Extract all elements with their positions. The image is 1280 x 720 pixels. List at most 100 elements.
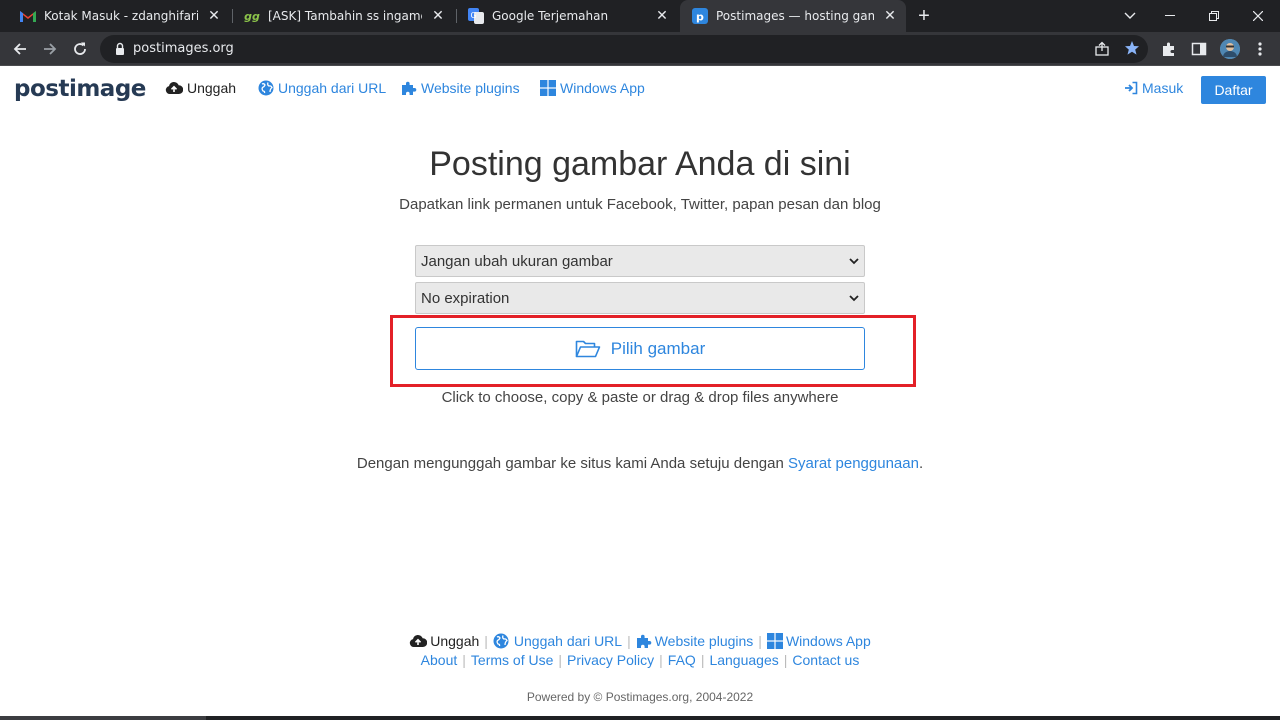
page-subtitle: Dapatkan link permanen untuk Facebook, T… <box>399 196 881 213</box>
footer-upload-label: Unggah <box>430 633 480 649</box>
tab-title: Postimages — hosting gambar g <box>716 9 874 23</box>
footer-languages-link[interactable]: Languages <box>709 652 778 668</box>
terms-suffix: . <box>918 455 924 472</box>
google-translate-icon: G <box>468 8 484 24</box>
footer-separator: | <box>484 633 488 649</box>
forward-icon[interactable] <box>38 37 62 61</box>
footer-terms-link[interactable]: Terms of Use <box>471 652 553 668</box>
close-tab-icon[interactable]: ✕ <box>882 8 898 24</box>
site-header: postimage Unggah Unggah dari URL Website… <box>0 67 1280 111</box>
tab-forum[interactable]: gg [ASK] Tambahin ss ingame ke for ✕ <box>232 0 454 32</box>
taskbar-segment <box>0 716 206 720</box>
footer-separator: | <box>659 652 663 668</box>
lock-icon[interactable] <box>112 41 128 57</box>
powered-by-text: Powered by © Postimages.org, 2004-2022 <box>526 690 754 704</box>
menu-dots-icon[interactable] <box>1248 37 1272 61</box>
close-window-icon[interactable] <box>1236 0 1280 32</box>
globe-icon <box>258 80 274 96</box>
choose-image-label: Pilih gambar <box>610 338 706 358</box>
puzzle-icon <box>636 634 652 648</box>
footer-about-link[interactable]: About <box>421 652 458 668</box>
footer-contact-link[interactable]: Contact us <box>792 652 859 668</box>
taskbar-strip <box>0 716 1280 720</box>
gmail-icon <box>20 8 36 24</box>
footer-links-row: About | Terms of Use | Privacy Policy | … <box>0 652 1280 668</box>
page-title: Posting gambar Anda di sini <box>429 145 851 183</box>
footer-separator: | <box>758 633 762 649</box>
chevron-down-icon <box>849 258 859 265</box>
footer-website-plugins-label: Website plugins <box>654 633 754 649</box>
nav-windows-app[interactable]: Windows App <box>540 80 645 96</box>
tab-google-translate[interactable]: G Google Terjemahan ✕ <box>456 0 678 32</box>
windows-icon <box>766 633 783 649</box>
resize-select-value: Jangan ubah ukuran gambar <box>421 252 613 270</box>
resize-select[interactable]: Jangan ubah ukuran gambar <box>415 245 865 277</box>
close-tab-icon[interactable]: ✕ <box>430 8 446 24</box>
login-link[interactable]: Masuk <box>1124 80 1183 96</box>
cloud-upload-icon <box>410 634 428 647</box>
footer-windows-app-label: Windows App <box>785 633 871 649</box>
back-icon[interactable] <box>8 37 32 61</box>
gg-icon: gg <box>244 9 260 23</box>
footer-upload-url[interactable]: Unggah dari URL <box>493 633 622 649</box>
url-text: postimages.org <box>133 41 234 56</box>
expiration-select[interactable]: No expiration <box>415 282 865 314</box>
cloud-upload-icon <box>165 81 183 94</box>
nav-upload[interactable]: Unggah <box>165 80 236 96</box>
browser-toolbar: postimages.org <box>0 32 1280 66</box>
footer-separator: | <box>627 633 631 649</box>
terms-prefix: Dengan mengunggah gambar ke situs kami A… <box>356 455 788 472</box>
nav-windows-app-label: Windows App <box>560 80 645 96</box>
terms-link[interactable]: Syarat penggunaan <box>788 455 919 472</box>
footer-separator: | <box>462 652 466 668</box>
address-bar[interactable]: postimages.org <box>100 35 1148 63</box>
footer-separator: | <box>558 652 563 668</box>
expiration-select-value: No expiration <box>421 289 510 307</box>
tab-search-icon[interactable] <box>1108 0 1152 32</box>
footer-upload-url-label: Unggah dari URL <box>513 633 623 649</box>
extensions-icon[interactable] <box>1157 37 1181 61</box>
globe-icon <box>493 633 509 649</box>
share-icon[interactable] <box>1094 41 1110 62</box>
nav-website-plugins[interactable]: Website plugins <box>401 80 520 96</box>
footer-separator: | <box>700 652 705 668</box>
tab-title: [ASK] Tambahin ss ingame ke for <box>268 9 422 23</box>
login-label: Masuk <box>1142 80 1184 96</box>
folder-open-icon <box>575 340 601 357</box>
footer-windows-app[interactable]: Windows App <box>766 633 871 649</box>
terms-notice: Dengan mengunggah gambar ke situs kami A… <box>0 455 1280 472</box>
close-tab-icon[interactable]: ✕ <box>206 8 222 24</box>
side-panel-icon[interactable] <box>1187 37 1211 61</box>
footer-privacy-link[interactable]: Privacy Policy <box>567 652 654 668</box>
choose-image-button[interactable]: Pilih gambar <box>415 327 865 370</box>
footer-separator: | <box>783 652 788 668</box>
footer-upload[interactable]: Unggah <box>409 633 479 649</box>
chevron-down-icon <box>849 295 859 302</box>
tab-title: Kotak Masuk - zdanghifari@gma <box>44 9 198 23</box>
bookmark-star-icon[interactable] <box>1124 40 1140 61</box>
nav-upload-url-label: Unggah dari URL <box>278 80 387 96</box>
sign-in-icon <box>1125 81 1138 95</box>
tab-postimages[interactable]: p Postimages — hosting gambar g ✕ <box>680 0 906 32</box>
profile-avatar[interactable] <box>1220 39 1240 59</box>
reload-icon[interactable] <box>68 37 92 61</box>
postimage-logo[interactable]: postimage <box>14 76 146 102</box>
footer-nav-row: Unggah | Unggah dari URL | Website plugi… <box>0 633 1280 649</box>
svg-text:G: G <box>471 11 477 20</box>
upload-hint: Click to choose, copy & paste or drag & … <box>441 389 839 406</box>
windows-icon <box>540 80 556 96</box>
tab-title: Google Terjemahan <box>492 9 609 23</box>
browser-tab-bar: Kotak Masuk - zdanghifari@gma ✕ gg [ASK]… <box>0 0 1280 32</box>
close-tab-icon[interactable]: ✕ <box>654 8 670 24</box>
nav-website-plugins-label: Website plugins <box>421 80 520 96</box>
tab-gmail[interactable]: Kotak Masuk - zdanghifari@gma ✕ <box>8 0 230 32</box>
register-button[interactable]: Daftar <box>1201 76 1266 104</box>
nav-upload-url[interactable]: Unggah dari URL <box>258 80 386 96</box>
footer-faq-link[interactable]: FAQ <box>668 652 696 668</box>
nav-upload-label: Unggah <box>187 80 237 96</box>
new-tab-button[interactable]: + <box>914 6 934 26</box>
restore-icon[interactable] <box>1192 0 1236 32</box>
minimize-icon[interactable] <box>1148 0 1192 32</box>
footer-website-plugins[interactable]: Website plugins <box>636 633 754 649</box>
puzzle-icon <box>402 81 417 95</box>
